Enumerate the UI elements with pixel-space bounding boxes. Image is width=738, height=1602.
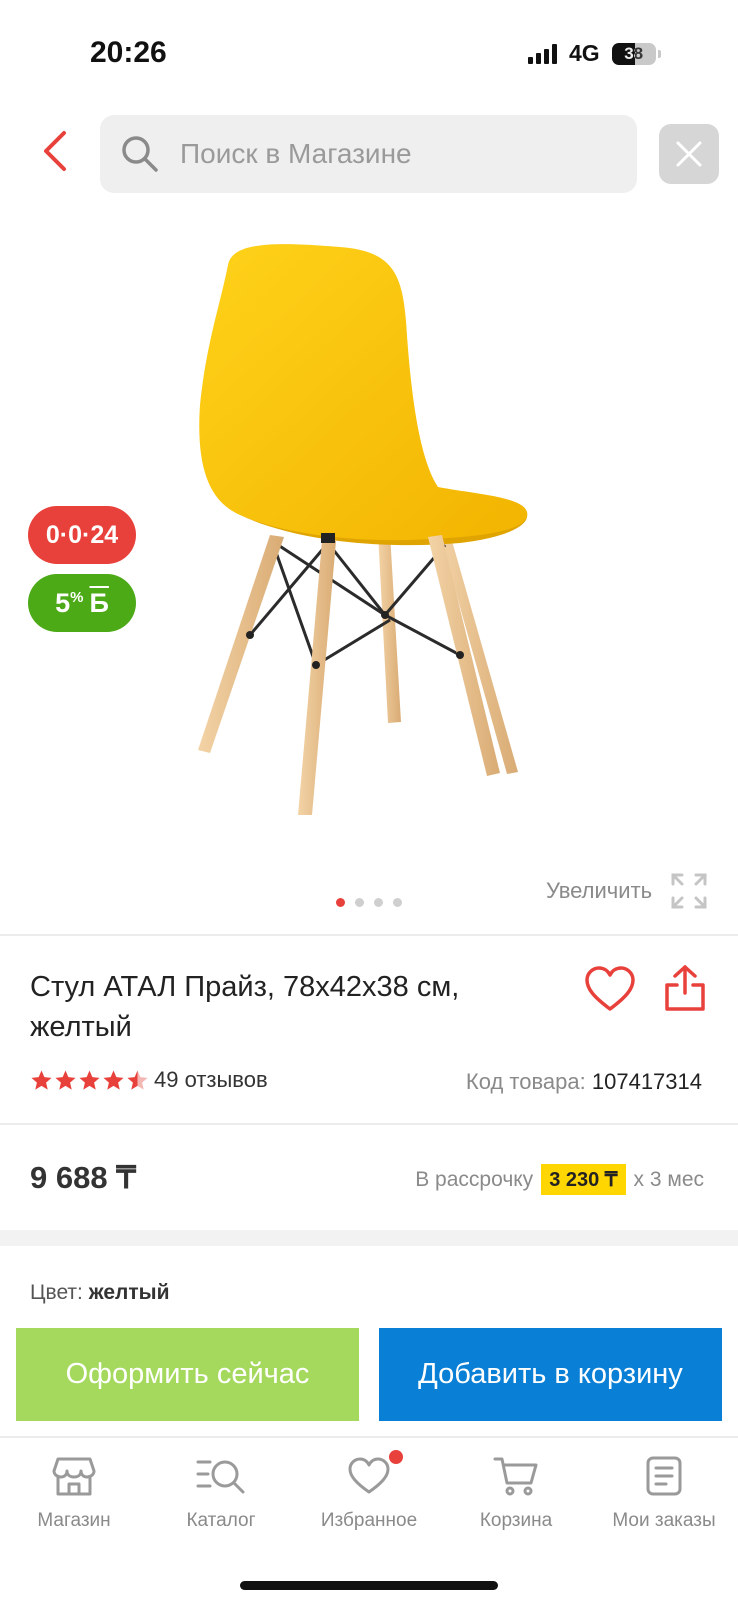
product-code-value: 107417314 — [591, 1069, 702, 1094]
product-image[interactable] — [180, 225, 560, 835]
color-label: Цвет: — [30, 1281, 83, 1304]
star-icon — [55, 1070, 76, 1090]
product-title: Стул АТАЛ Прайз, 78x42x38 см, желтый — [30, 967, 550, 1047]
buy-now-button[interactable]: Оформить сейчас — [16, 1328, 359, 1421]
installment-amount: 3 230 ₸ — [541, 1164, 626, 1195]
search-bar[interactable] — [100, 115, 637, 193]
network-type: 4G — [569, 40, 600, 66]
gallery-dot[interactable] — [393, 898, 402, 907]
tab-favorites[interactable]: Избранное — [295, 1450, 443, 1532]
cart-icon — [493, 1457, 538, 1496]
tab-catalog[interactable]: Каталог — [147, 1454, 295, 1532]
color-value: желтый — [88, 1281, 170, 1304]
section-separator — [0, 1230, 738, 1246]
rating-stars[interactable] — [30, 1069, 149, 1092]
gallery-dot[interactable] — [355, 898, 364, 907]
price: 9 688 ₸ — [30, 1160, 136, 1195]
installment-badge: 0·0·24 — [28, 506, 136, 564]
status-indicators: 4G 38 — [528, 40, 661, 67]
bonus-currency: Б — [89, 587, 109, 618]
color-info: Цвет: желтый — [30, 1281, 170, 1305]
tab-orders-label: Мои заказы — [612, 1510, 716, 1531]
back-button[interactable] — [30, 122, 80, 180]
battery-icon: 38 — [611, 42, 661, 65]
tab-catalog-label: Каталог — [186, 1510, 256, 1531]
search-input[interactable] — [178, 137, 582, 171]
gallery-pagination[interactable] — [0, 898, 738, 907]
close-button[interactable] — [659, 124, 719, 184]
share-button[interactable] — [663, 963, 707, 1013]
installment-prefix: В рассрочку — [415, 1167, 534, 1191]
signal-icon — [528, 43, 557, 64]
catalog-search-icon — [196, 1460, 245, 1494]
orders-icon — [646, 1456, 682, 1496]
divider — [0, 934, 738, 936]
tab-bar: Магазин Каталог Избранное Корзина Мои за… — [0, 1436, 738, 1602]
installment-info[interactable]: В рассрочку 3 230 ₸ x 3 мес — [415, 1164, 704, 1195]
search-icon — [122, 136, 158, 172]
product-title-line2: желтый — [30, 1011, 132, 1043]
tab-shop-label: Магазин — [37, 1510, 111, 1531]
installment-suffix: x 3 мес — [633, 1167, 704, 1191]
add-to-cart-button[interactable]: Добавить в корзину — [379, 1328, 722, 1421]
notification-dot — [389, 1450, 403, 1464]
product-code: Код товара: 107417314 — [466, 1069, 702, 1095]
battery-level: 38 — [624, 43, 644, 63]
tab-orders[interactable]: Мои заказы — [590, 1454, 738, 1532]
home-indicator — [240, 1581, 498, 1590]
star-icon — [127, 1070, 148, 1090]
favorite-button[interactable] — [584, 965, 636, 1013]
product-title-line1: Стул АТАЛ Прайз, 78x42x38 см, — [30, 971, 460, 1003]
gallery-dot[interactable] — [336, 898, 345, 907]
tab-shop[interactable]: Магазин — [0, 1454, 148, 1532]
product-code-label: Код товара: — [465, 1069, 586, 1094]
chevron-left-icon — [44, 131, 66, 171]
heart-icon — [348, 1457, 390, 1494]
star-icon — [31, 1070, 52, 1090]
reviews-link[interactable]: 49 отзывов — [154, 1067, 268, 1093]
status-time: 20:26 — [90, 36, 167, 69]
shop-icon — [52, 1457, 96, 1496]
star-icon — [103, 1070, 124, 1090]
close-icon — [676, 141, 702, 167]
bonus-percent: 5 — [55, 587, 71, 618]
tab-cart-label: Корзина — [479, 1510, 553, 1531]
tab-favorites-label: Избранное — [320, 1510, 418, 1531]
bonus-badge: 5% Б — [28, 574, 136, 632]
divider — [0, 1123, 738, 1125]
gallery-dot[interactable] — [374, 898, 383, 907]
tab-cart[interactable]: Корзина — [442, 1454, 590, 1532]
bonus-percent-sign: % — [70, 588, 84, 606]
star-icon — [79, 1070, 100, 1090]
